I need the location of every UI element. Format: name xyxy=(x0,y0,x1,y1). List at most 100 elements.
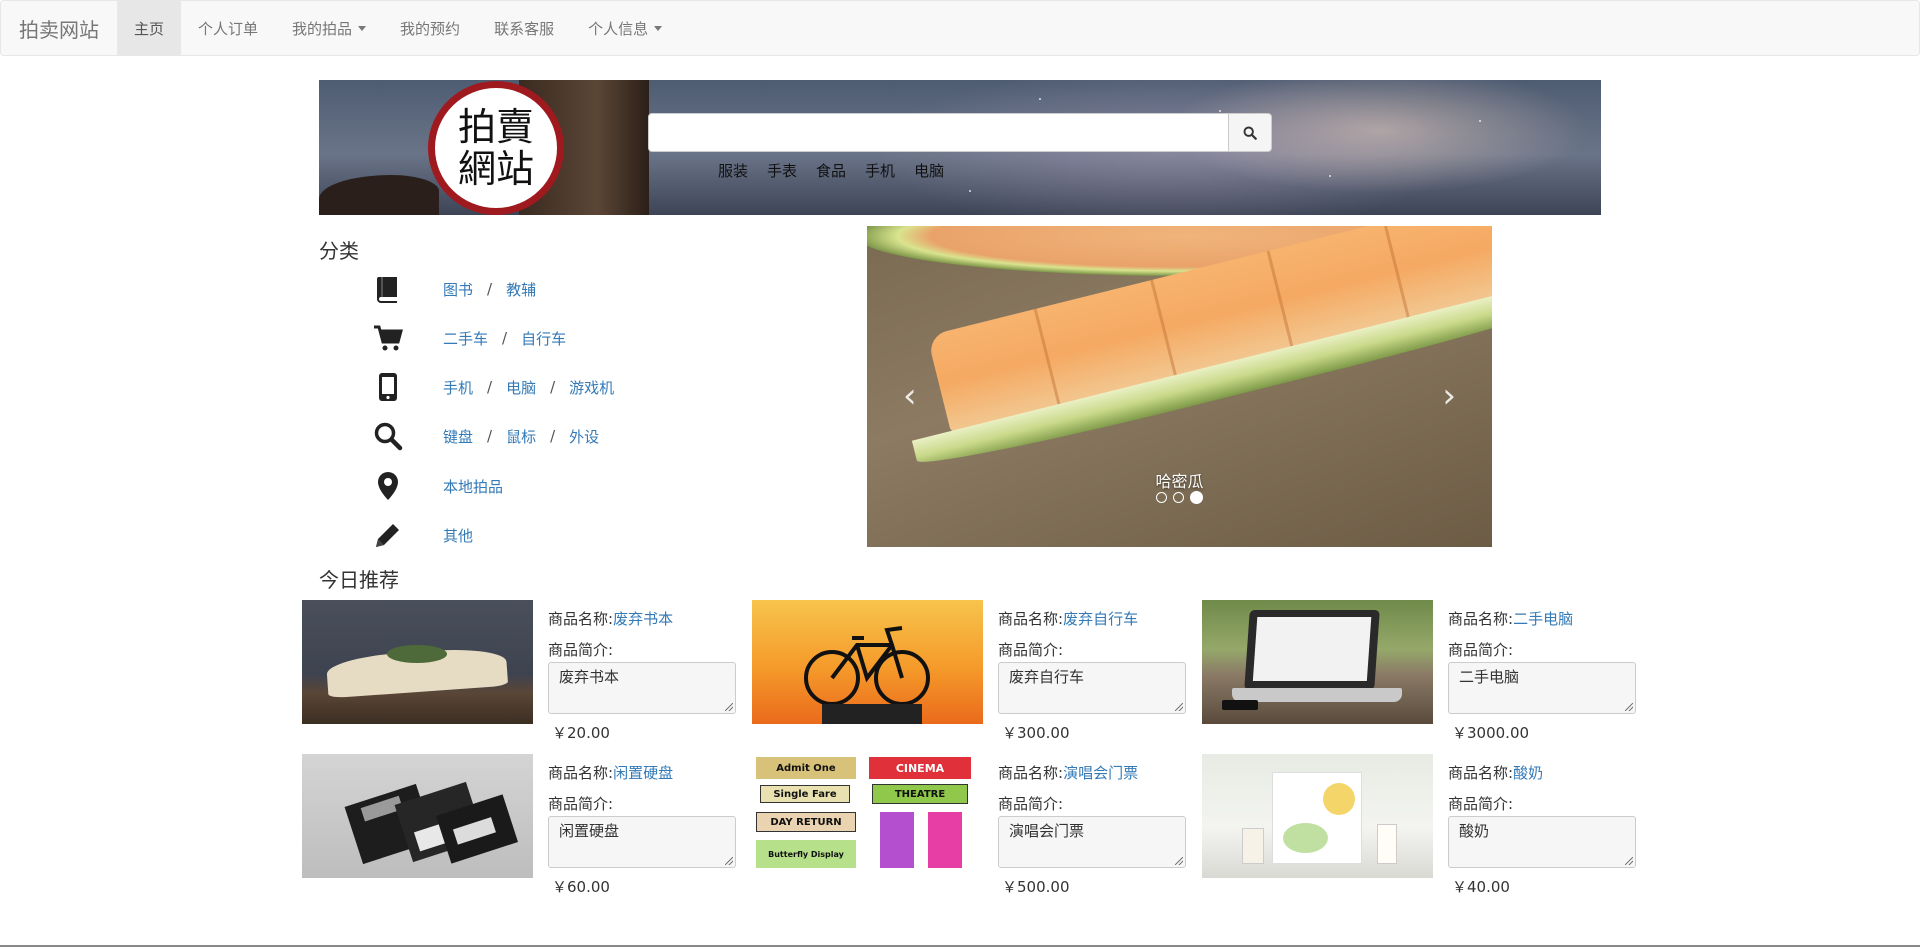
separator: / xyxy=(487,427,493,445)
category-row-local: 本地拍品 xyxy=(370,466,503,506)
product-name-line: 商品名称:闲置硬盘 xyxy=(548,762,738,783)
product-price: ￥300.00 xyxy=(1002,724,1070,742)
product-image-tickets[interactable]: Admit One CINEMA Single Fare THEATRE DAY… xyxy=(752,754,983,878)
nav-support[interactable]: 联系客服 xyxy=(477,1,571,55)
product-name-line: 商品名称:废弃自行车 xyxy=(998,608,1188,629)
search-button[interactable] xyxy=(1228,113,1272,152)
book-icon xyxy=(370,271,406,307)
product-image-laptop[interactable] xyxy=(1202,600,1433,724)
category-link-phones[interactable]: 手机 xyxy=(443,377,473,398)
search-input[interactable] xyxy=(648,113,1228,152)
quick-link-computers[interactable]: 电脑 xyxy=(914,160,944,181)
search-icon xyxy=(1243,126,1257,140)
nav-my-lots[interactable]: 我的拍品 xyxy=(275,1,383,55)
product-info: 商品名称:二手电脑 商品简介: 二手电脑 ￥3000.00 xyxy=(1448,608,1638,743)
product-desc-textarea[interactable]: 演唱会门票 xyxy=(998,816,1186,868)
map-marker-icon xyxy=(370,468,406,504)
carousel-prev-chevron-icon[interactable]: ‹ xyxy=(903,376,917,416)
product-desc-textarea[interactable]: 闲置硬盘 xyxy=(548,816,736,868)
product-price: ￥40.00 xyxy=(1452,878,1510,896)
category-link-accessories[interactable]: 外设 xyxy=(569,426,599,447)
book-plant-shape xyxy=(387,645,447,663)
ticket-theatre: THEATRE xyxy=(872,784,968,804)
category-link-books[interactable]: 图书 xyxy=(443,279,473,300)
category-links: 手机 / 电脑 / 游戏机 xyxy=(443,377,614,398)
star-shape xyxy=(1329,175,1331,177)
separator: / xyxy=(550,378,556,396)
product-name-line: 商品名称:演唱会门票 xyxy=(998,762,1188,783)
category-link-mice[interactable]: 鼠标 xyxy=(506,426,536,447)
quick-link-clothing[interactable]: 服装 xyxy=(718,160,748,181)
category-link-computers[interactable]: 电脑 xyxy=(506,377,536,398)
carousel-indicators xyxy=(867,491,1492,504)
yogurt-bottle-shape xyxy=(1242,828,1264,864)
category-link-textbooks[interactable]: 教辅 xyxy=(506,279,536,300)
category-links: 本地拍品 xyxy=(443,476,503,497)
product-name-link[interactable]: 酸奶 xyxy=(1513,764,1543,782)
product-card: 商品名称:废弃书本 商品简介: 废弃书本 ￥20.00 xyxy=(302,600,736,742)
categories-title: 分类 xyxy=(319,239,359,263)
category-link-keyboards[interactable]: 键盘 xyxy=(443,426,473,447)
quick-link-phones[interactable]: 手机 xyxy=(865,160,895,181)
product-desc-label: 商品简介: xyxy=(998,641,1064,659)
carousel-indicator-2[interactable] xyxy=(1173,492,1184,503)
carousel-indicator-3-active[interactable] xyxy=(1190,491,1203,504)
product-name-link[interactable]: 废弃书本 xyxy=(613,610,673,628)
category-link-used-cars[interactable]: 二手车 xyxy=(443,328,488,349)
carousel-indicator-1[interactable] xyxy=(1156,492,1167,503)
nav-orders[interactable]: 个人订单 xyxy=(181,1,275,55)
product-price: ￥60.00 xyxy=(552,878,610,896)
ticket-purple-shape xyxy=(880,812,914,868)
product-name-link[interactable]: 废弃自行车 xyxy=(1063,610,1138,628)
product-name-link[interactable]: 二手电脑 xyxy=(1513,610,1573,628)
category-links: 键盘 / 鼠标 / 外设 xyxy=(443,426,599,447)
quick-link-food[interactable]: 食品 xyxy=(816,160,846,181)
product-image-yogurt[interactable] xyxy=(1202,754,1433,878)
logo-text: 拍賣網站 xyxy=(457,105,534,191)
caret-down-icon xyxy=(358,25,367,31)
cart-icon xyxy=(370,320,406,356)
product-image-book[interactable] xyxy=(302,600,533,724)
product-card: 商品名称:酸奶 商品简介: 酸奶 ￥40.00 xyxy=(1202,754,1636,896)
product-desc-label: 商品简介: xyxy=(1448,795,1514,813)
category-link-other[interactable]: 其他 xyxy=(443,525,473,546)
product-carousel[interactable]: ‹ › 哈密瓜 xyxy=(867,226,1492,547)
header-banner: 拍賣網站 服装 手表 食品 手机 电脑 xyxy=(319,80,1601,215)
product-info: 商品名称:废弃自行车 商品简介: 废弃自行车 ￥300.00 xyxy=(998,608,1188,743)
quick-link-watches[interactable]: 手表 xyxy=(767,160,797,181)
yogurt-bottle-shape xyxy=(1377,824,1397,864)
nav-profile[interactable]: 个人信息 xyxy=(571,1,679,55)
product-desc-textarea[interactable]: 二手电脑 xyxy=(1448,662,1636,714)
product-desc-textarea[interactable]: 酸奶 xyxy=(1448,816,1636,868)
category-link-local-lots[interactable]: 本地拍品 xyxy=(443,476,503,497)
product-name-line: 商品名称:二手电脑 xyxy=(1448,608,1638,629)
yogurt-box-shape xyxy=(1272,772,1362,864)
category-row-other: 其他 xyxy=(370,515,473,555)
quick-category-links: 服装 手表 食品 手机 电脑 xyxy=(718,160,944,181)
ticket-pink-shape xyxy=(928,812,962,868)
category-link-game-consoles[interactable]: 游戏机 xyxy=(569,377,614,398)
page-bottom-divider xyxy=(0,945,1920,947)
product-image-bicycle[interactable] xyxy=(752,600,983,724)
banner-rock-shape xyxy=(319,175,439,215)
product-name-link[interactable]: 闲置硬盘 xyxy=(613,764,673,782)
product-desc-textarea[interactable]: 废弃自行车 xyxy=(998,662,1186,714)
category-link-bicycles[interactable]: 自行车 xyxy=(521,328,566,349)
carousel-next-chevron-icon[interactable]: › xyxy=(1442,376,1456,416)
product-name-link[interactable]: 演唱会门票 xyxy=(1063,764,1138,782)
product-name-label: 商品名称: xyxy=(1448,764,1514,782)
product-desc-textarea[interactable]: 废弃书本 xyxy=(548,662,736,714)
recommend-title: 今日推荐 xyxy=(319,568,399,592)
product-image-floppy[interactable] xyxy=(302,754,533,878)
separator: / xyxy=(487,378,493,396)
star-shape xyxy=(1479,120,1481,122)
brand-link[interactable]: 拍卖网站 xyxy=(1,1,117,55)
product-name-label: 商品名称: xyxy=(998,610,1064,628)
product-info: 商品名称:废弃书本 商品简介: 废弃书本 ￥20.00 xyxy=(548,608,738,743)
product-name-label: 商品名称: xyxy=(548,610,614,628)
site-logo-seal[interactable]: 拍賣網站 xyxy=(428,81,564,215)
nav-home[interactable]: 主页 xyxy=(117,1,182,55)
ticket-day-return: DAY RETURN xyxy=(756,812,856,832)
star-shape xyxy=(969,190,971,192)
nav-reservations[interactable]: 我的预约 xyxy=(383,1,477,55)
